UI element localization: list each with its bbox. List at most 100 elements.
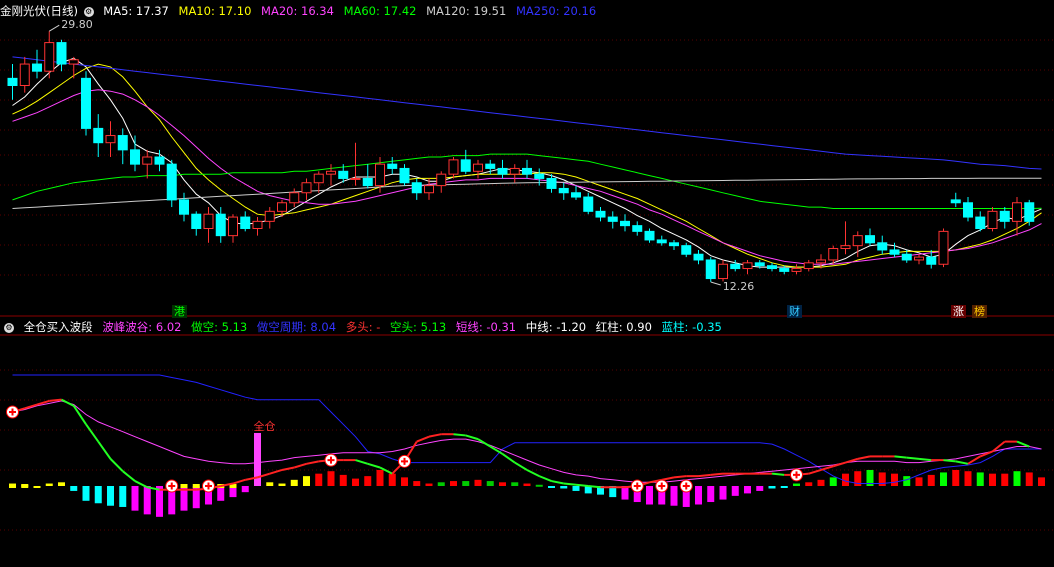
indicator-bar bbox=[352, 478, 359, 486]
ma20-label: MA20: 16.34 bbox=[261, 4, 334, 18]
indicator-bar bbox=[290, 479, 298, 486]
candle bbox=[32, 63, 42, 72]
trend-line-segment bbox=[97, 441, 112, 460]
trend-line-segment bbox=[808, 469, 822, 475]
high-marker bbox=[48, 24, 60, 32]
trend-line-segment bbox=[477, 438, 491, 448]
candle bbox=[754, 262, 765, 267]
candle bbox=[705, 259, 716, 280]
candle bbox=[595, 210, 606, 218]
trend-line-segment bbox=[906, 456, 920, 460]
candle bbox=[497, 167, 508, 175]
indicator-bar bbox=[499, 482, 506, 486]
indicator-bar bbox=[940, 472, 947, 486]
trend-line-segment bbox=[955, 460, 969, 465]
indicator-bar bbox=[989, 473, 996, 486]
indicator-bar bbox=[793, 483, 800, 486]
candle bbox=[693, 253, 704, 261]
indicator-bar bbox=[964, 471, 972, 486]
candle bbox=[117, 135, 128, 151]
indicator-bar bbox=[903, 476, 911, 486]
candle bbox=[534, 173, 545, 179]
candle bbox=[522, 167, 532, 175]
indicator-bar bbox=[107, 486, 114, 506]
indicator-bar bbox=[560, 486, 568, 489]
trend-line-segment bbox=[122, 470, 136, 482]
indicator-bar bbox=[891, 473, 898, 486]
indicator-bar bbox=[315, 473, 323, 486]
event-tag[interactable]: 财 bbox=[787, 305, 802, 318]
candle bbox=[301, 182, 312, 194]
ma5-label: MA5: 17.37 bbox=[103, 4, 169, 18]
candle bbox=[473, 163, 483, 172]
candle bbox=[607, 216, 618, 222]
indicator-bar bbox=[1013, 471, 1021, 486]
indicator-bar bbox=[535, 484, 543, 487]
indicator-bar bbox=[413, 481, 421, 486]
trend-line-segment bbox=[72, 405, 87, 425]
indicator-item: 做空: 5.13 bbox=[191, 320, 248, 334]
trend-line-segment bbox=[771, 472, 785, 476]
indicator-bar bbox=[119, 486, 127, 507]
trend-line-segment bbox=[514, 461, 528, 471]
indicator-bar bbox=[817, 479, 825, 486]
trend-line-segment bbox=[526, 469, 540, 478]
gear-icon[interactable]: ⚙ bbox=[83, 6, 94, 17]
candle bbox=[767, 265, 777, 270]
trend-line-segment bbox=[575, 483, 589, 487]
kline-chart: 29.80 12.26 全仓 bbox=[0, 18, 1054, 531]
candle bbox=[963, 202, 973, 218]
indicator-item: 做空周期: 8.04 bbox=[256, 320, 337, 334]
event-tag[interactable]: 涨 bbox=[951, 305, 966, 318]
candle bbox=[215, 213, 226, 237]
trend-line-segment bbox=[710, 472, 724, 476]
candle bbox=[252, 220, 263, 230]
gear-icon[interactable]: ⚙ bbox=[4, 322, 14, 333]
indicator-bar bbox=[829, 477, 837, 486]
candle bbox=[56, 42, 67, 65]
candle bbox=[338, 170, 349, 179]
trend-line-segment bbox=[673, 475, 687, 479]
trend-line-segment bbox=[355, 459, 369, 465]
trend-line-segment bbox=[85, 423, 100, 443]
candle bbox=[644, 230, 655, 241]
trend-line-segment bbox=[918, 457, 932, 462]
indicator-bar bbox=[388, 473, 396, 486]
trend-line-segment bbox=[551, 480, 564, 485]
indicator-bar bbox=[131, 486, 139, 511]
trend-line-segment bbox=[453, 433, 466, 437]
candle bbox=[914, 256, 924, 261]
indicator-bar bbox=[241, 486, 249, 493]
candle bbox=[240, 216, 251, 229]
candle bbox=[558, 187, 569, 194]
indicator-item: 波峰波谷: 6.02 bbox=[102, 320, 182, 334]
candle bbox=[130, 149, 140, 165]
candle bbox=[105, 135, 116, 144]
event-tag[interactable]: 榜 bbox=[972, 305, 987, 318]
candle bbox=[1012, 202, 1022, 222]
trend-line-segment bbox=[538, 475, 552, 482]
candle bbox=[411, 182, 422, 194]
indicator-item: 蓝柱: -0.35 bbox=[661, 320, 722, 334]
candle bbox=[44, 42, 55, 72]
indicator-bar bbox=[70, 486, 78, 491]
indicator-item: 空头: 5.13 bbox=[390, 320, 447, 334]
indicator-bar bbox=[462, 481, 470, 486]
indicator-bar bbox=[425, 483, 433, 486]
indicator-bar bbox=[695, 486, 702, 505]
candle bbox=[424, 185, 434, 194]
indicator-bar bbox=[1025, 472, 1033, 486]
candle bbox=[852, 235, 863, 247]
stock-title: 金刚光伏(日线) bbox=[0, 4, 78, 18]
candle bbox=[791, 268, 802, 272]
candle bbox=[68, 59, 79, 65]
candle bbox=[387, 163, 398, 169]
candle bbox=[399, 167, 410, 184]
candle bbox=[999, 210, 1010, 222]
indicator-bar bbox=[327, 471, 335, 486]
indicator-bar bbox=[756, 486, 764, 491]
candle bbox=[938, 230, 949, 265]
event-tag[interactable]: 港 bbox=[172, 305, 187, 318]
candle bbox=[803, 262, 814, 270]
candle bbox=[620, 220, 630, 227]
